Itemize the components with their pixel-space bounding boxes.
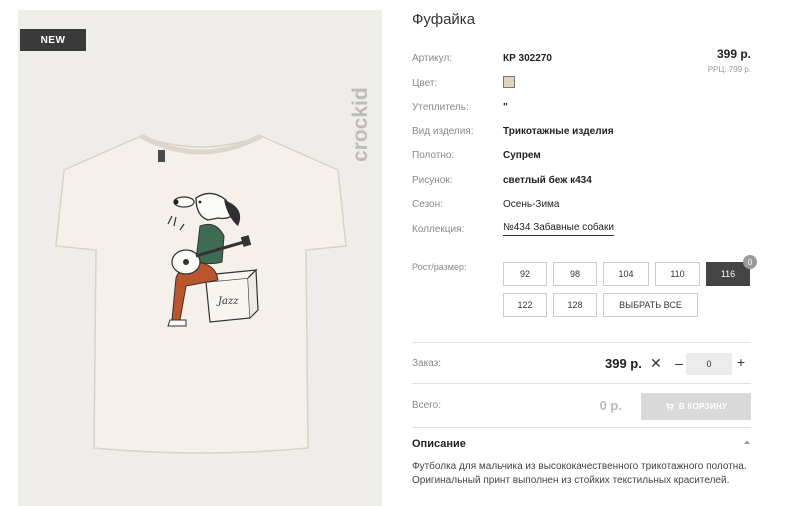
add-to-cart-button[interactable]: В КОРЗИНУ — [641, 393, 751, 420]
size-option-122[interactable]: 122 — [503, 293, 547, 317]
size-label: Рост/размер: — [412, 262, 467, 272]
attr-label: Вид изделия: — [412, 125, 474, 137]
attr-label: Коллекция: — [412, 223, 465, 235]
attr-value: Трикотажные изделия — [503, 125, 614, 137]
color-swatch[interactable] — [503, 75, 515, 88]
attr-label: Полотно: — [412, 149, 455, 161]
attr-value: КР 302270 — [503, 52, 552, 64]
size-option-98[interactable]: 98 — [553, 262, 597, 286]
attr-value: светлый беж к434 — [503, 174, 592, 186]
attr-label: Артикул: — [412, 52, 453, 64]
collection-link[interactable]: №434 Забавные собаки — [503, 222, 614, 236]
increase-quantity-button[interactable]: + — [735, 354, 747, 370]
chevron-up-icon[interactable] — [742, 438, 752, 446]
total-value: 0 р. — [599, 398, 622, 413]
cart-icon — [665, 403, 674, 411]
size-option-110[interactable]: 110 — [655, 262, 700, 286]
recommended-price: РРЦ: 799 р. — [707, 65, 751, 74]
tshirt-illustration: Jazz — [55, 133, 347, 454]
quantity-input[interactable] — [686, 353, 732, 375]
divider — [412, 342, 751, 343]
description-text: Футболка для мальчика из высококачествен… — [412, 461, 747, 486]
attr-label: Цвет: — [412, 77, 438, 89]
size-option-104[interactable]: 104 — [603, 262, 649, 286]
total-label: Всего: — [412, 400, 441, 411]
divider — [412, 427, 751, 428]
order-label: Заказ: — [412, 358, 442, 369]
attr-label: Сезон: — [412, 198, 443, 210]
multiply-icon: ✕ — [650, 355, 662, 371]
product-title: Фуфайка — [412, 11, 476, 28]
attr-value: " — [503, 101, 508, 113]
order-price: 399 р. — [605, 356, 642, 371]
cart-button-label: В КОРЗИНУ — [678, 402, 728, 411]
select-all-sizes-button[interactable]: ВЫБРАТЬ ВСЕ — [603, 293, 698, 317]
attr-value: Осень-Зима — [503, 198, 560, 210]
print-text: Jazz — [216, 296, 239, 307]
attr-value: Супрем — [503, 149, 541, 161]
product-image[interactable]: NEW crockid Jazz — [18, 10, 382, 506]
new-badge: NEW — [20, 29, 86, 51]
description-toggle[interactable]: Описание — [412, 438, 466, 450]
attr-label: Утеплитель: — [412, 101, 469, 113]
attr-label: Рисунок: — [412, 174, 453, 186]
decrease-quantity-button[interactable]: – — [673, 355, 685, 371]
size-option-128[interactable]: 128 — [553, 293, 597, 317]
size-option-92[interactable]: 92 — [503, 262, 547, 286]
selected-count-badge: 0 — [743, 255, 757, 269]
divider — [412, 383, 751, 384]
product-price: 399 р. — [716, 47, 751, 61]
color-swatch-wrap — [503, 75, 515, 91]
